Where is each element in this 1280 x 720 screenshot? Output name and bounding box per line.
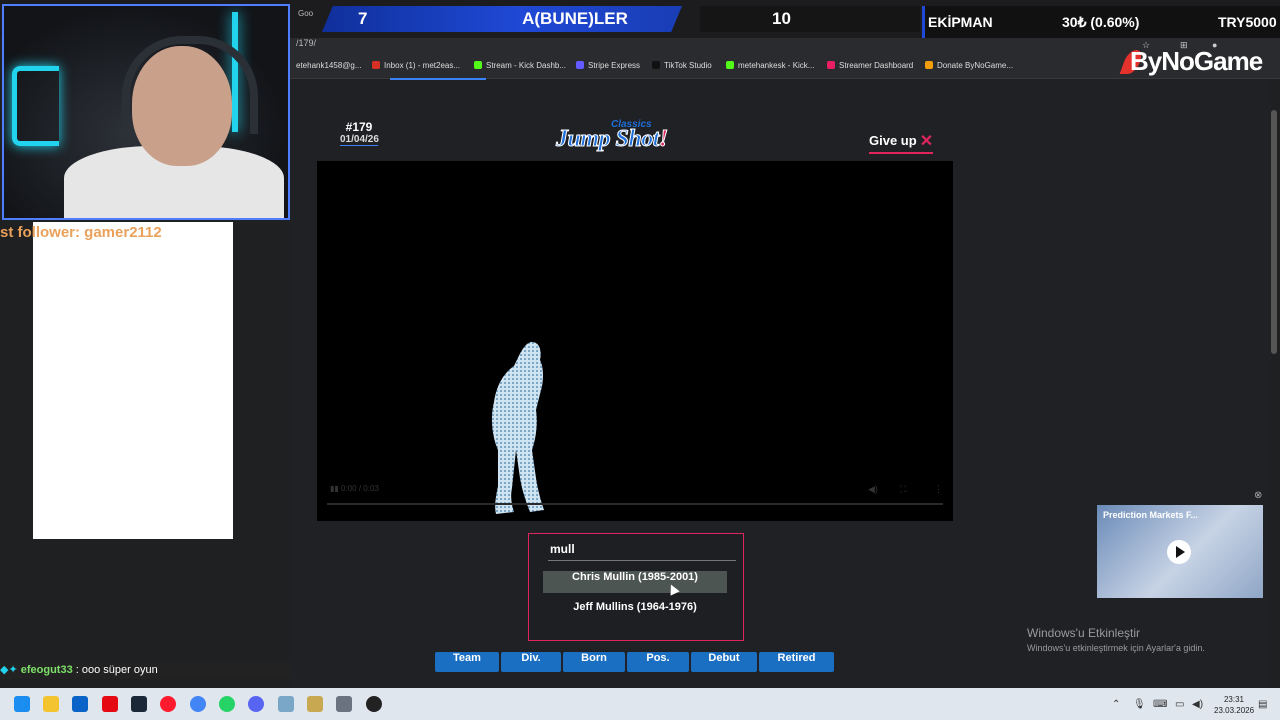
bookmark-3[interactable]: Stream - Kick Dashb...: [474, 61, 566, 70]
hint-division-button[interactable]: Div.: [501, 652, 561, 672]
hint-position-button[interactable]: Pos.: [627, 652, 689, 672]
logo-bang: !: [658, 126, 668, 153]
gmail-icon: [372, 61, 380, 69]
play-icon[interactable]: [1167, 540, 1191, 564]
microphone-icon[interactable]: 🎙: [1133, 699, 1146, 710]
bookmark-6[interactable]: metehankesk - Kick...: [726, 61, 814, 70]
bookmark-8[interactable]: Donate ByNoGame...: [925, 61, 1013, 70]
netflix-icon[interactable]: [102, 696, 118, 712]
play-icon[interactable]: ▮▮: [330, 484, 339, 493]
video-time-text: 0:00 / 0:03: [341, 484, 379, 493]
file-explorer-icon[interactable]: [43, 696, 59, 712]
bookmark-2[interactable]: Inbox (1) - met2eas...: [372, 61, 460, 70]
clock-time: 23:31: [1223, 695, 1245, 704]
tab-fragment: Goo: [298, 9, 314, 18]
hint-born-button[interactable]: Born: [563, 652, 625, 672]
neon-light: [12, 66, 59, 146]
video-ad[interactable]: Prediction Markets F...: [1097, 505, 1263, 598]
notification-icon[interactable]: ▤: [1258, 699, 1267, 710]
logo-text: Jump Shot: [556, 126, 660, 153]
webcam-feed: [2, 4, 290, 220]
kick-icon: [726, 61, 734, 69]
chat-username: efeogut33: [20, 664, 73, 676]
game-logo: Jump Shot!: [556, 126, 669, 153]
close-icon: ✕: [919, 133, 934, 150]
give-up-label: Give up: [869, 133, 917, 148]
latest-follower: st follower: gamer2112: [0, 224, 162, 241]
tiktok-icon: [652, 61, 660, 69]
gear-icon[interactable]: [336, 696, 352, 712]
page-scrollbar[interactable]: [1271, 110, 1277, 354]
video-player[interactable]: [317, 161, 953, 521]
windows-start-icon[interactable]: [14, 696, 30, 712]
donate-icon: [925, 61, 933, 69]
ekipman-percent: 30₺ (0.60%): [1062, 14, 1140, 30]
video-progress[interactable]: [327, 503, 943, 505]
store-icon[interactable]: [72, 696, 88, 712]
puzzle-number: #179: [345, 120, 373, 134]
chat-text: : ooo süper oyun: [72, 664, 158, 676]
ad-close-icon[interactable]: ⊗: [1254, 490, 1262, 501]
fullscreen-icon[interactable]: ⛶: [900, 484, 906, 495]
score-title: A(BUNE)LER: [522, 9, 628, 28]
steam-icon[interactable]: [131, 696, 147, 712]
suggestion-item[interactable]: Chris Mullin (1985-2001): [543, 571, 727, 593]
give-up-button[interactable]: Give up ✕: [869, 131, 934, 154]
bookmark-7[interactable]: Streamer Dashboard: [827, 61, 913, 70]
puzzle-date: 01/04/26: [340, 134, 379, 146]
hint-retired-button[interactable]: Retired: [759, 652, 834, 672]
suggestion-item[interactable]: Jeff Mullins (1964-1976): [543, 601, 727, 623]
more-icon[interactable]: ⋮: [934, 484, 943, 495]
discord-icon[interactable]: [248, 696, 264, 712]
player-silhouette: [491, 342, 544, 514]
ad-title: Prediction Markets F...: [1103, 510, 1199, 520]
tray-chevron-icon[interactable]: ⌃: [1112, 699, 1120, 710]
hint-debut-button[interactable]: Debut: [691, 652, 757, 672]
chrome-icon[interactable]: [190, 696, 206, 712]
settings-icon[interactable]: [278, 696, 294, 712]
score-left: 7: [358, 9, 368, 28]
windows-activation-text: Windows'u etkinleştirmek için Ayarlar'a …: [1027, 643, 1205, 653]
volume-icon[interactable]: ◀): [1192, 699, 1203, 710]
taskbar-clock[interactable]: 23:31 23.03.2026: [1214, 694, 1254, 716]
clock-date: 23.03.2026: [1214, 706, 1255, 715]
streamer-icon: [827, 61, 835, 69]
bookmark-1[interactable]: etehank1458@g...: [296, 61, 362, 70]
badge-icon: ◆✦: [0, 664, 18, 676]
stripe-icon: [576, 61, 584, 69]
network-icon[interactable]: ▭: [1175, 699, 1184, 710]
chat-panel: [33, 222, 233, 539]
bookmark-5[interactable]: TikTok Studio: [652, 61, 712, 70]
score-right: 10: [772, 9, 791, 28]
guess-input[interactable]: [548, 538, 736, 561]
video-time: ▮▮ 0:00 / 0:03: [330, 484, 379, 493]
obs-icon[interactable]: [366, 696, 382, 712]
headset: [122, 36, 258, 134]
game-launcher-icon[interactable]: [307, 696, 323, 712]
url-text[interactable]: /179/: [296, 38, 316, 48]
mute-icon[interactable]: ◀): [868, 484, 878, 495]
score-right-panel: [700, 6, 920, 32]
bynogame-logo: ByNoGame: [1130, 46, 1263, 76]
ekipman-goal: TRY5000: [1218, 14, 1277, 30]
hint-team-button[interactable]: Team: [435, 652, 499, 672]
bookmark-4[interactable]: Stripe Express: [576, 61, 640, 70]
kick-icon: [474, 61, 482, 69]
windows-activation-title: Windows'u Etkinleştir: [1027, 626, 1140, 640]
whatsapp-icon[interactable]: [219, 696, 235, 712]
keyboard-icon[interactable]: ⌨: [1153, 699, 1167, 710]
ekipman-label: EKİPMAN: [928, 14, 993, 30]
opera-icon[interactable]: [160, 696, 176, 712]
